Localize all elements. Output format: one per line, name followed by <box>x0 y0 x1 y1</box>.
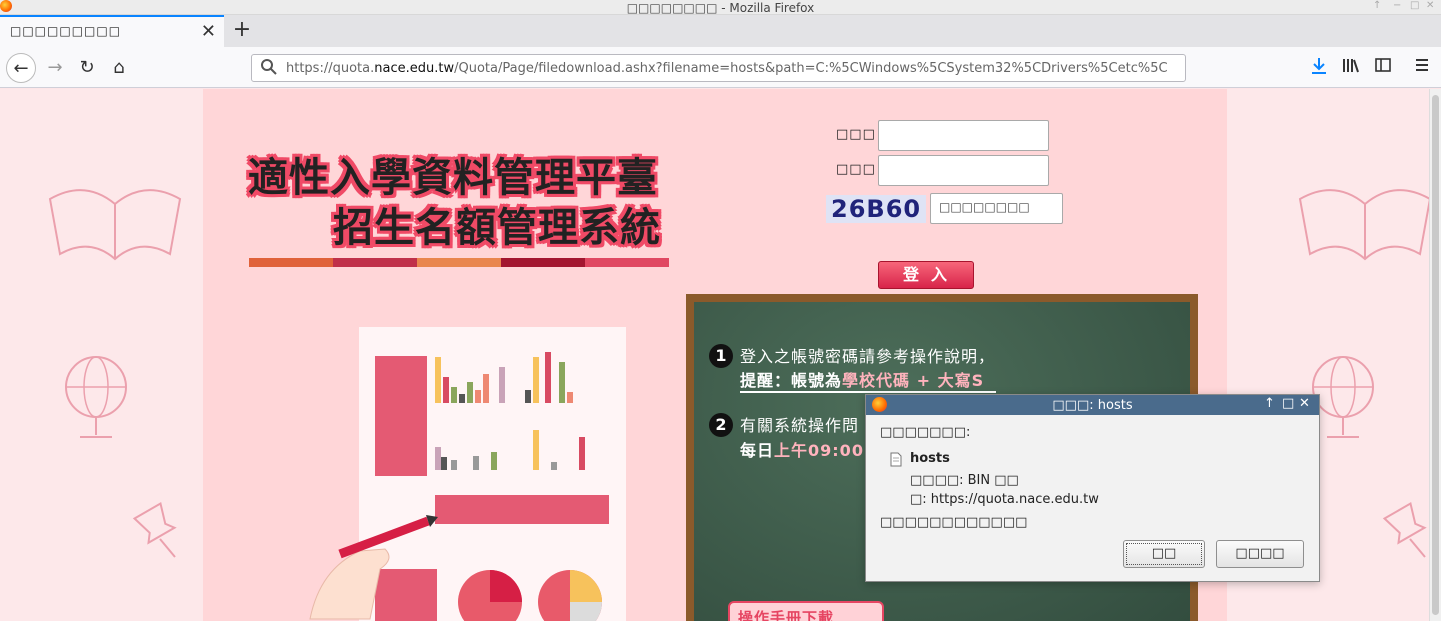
forward-button[interactable]: → <box>40 53 70 83</box>
dialog-close-icon[interactable]: ✕ <box>1299 396 1310 411</box>
manual-download-button[interactable]: 操作手冊下載 <box>728 601 884 621</box>
file-icon <box>890 452 902 467</box>
hand-pencil-icon <box>309 515 438 620</box>
window-close-icon[interactable]: ✕ <box>1426 0 1434 11</box>
tab-title: □□□□□□□□□ <box>10 24 122 38</box>
captcha-input[interactable]: □□□□□□□□ <box>930 193 1063 224</box>
dialog-cancel-button[interactable]: □□□□ <box>1216 540 1304 568</box>
illustration-block <box>435 495 609 524</box>
dialog-raise-icon[interactable]: ↑ <box>1264 396 1275 411</box>
nav-toolbar: ← → ↻ ⌂ https://quota.nace.edu.tw/Quota/… <box>0 47 1441 88</box>
url-bar[interactable]: https://quota.nace.edu.tw/Quota/Page/fil… <box>251 54 1186 82</box>
stripe-segment <box>585 258 669 267</box>
sidebar-icon[interactable] <box>1374 56 1392 74</box>
step-number-badge: 1 <box>709 344 733 368</box>
dialog-file-type: □□□□: BIN □□ <box>910 473 1019 488</box>
tab-close-icon[interactable]: ✕ <box>201 21 216 42</box>
window-restore-icon[interactable]: □ <box>1410 0 1419 11</box>
menu-icon[interactable] <box>1413 56 1431 74</box>
download-icon[interactable] <box>1310 56 1328 76</box>
dialog-ok-button[interactable]: □□ <box>1123 540 1205 568</box>
new-tab-button[interactable]: + <box>230 17 254 42</box>
password-label: □□□ <box>836 162 876 177</box>
tab-strip: □□□□□□□□□ ✕ + <box>0 15 1441 47</box>
dialog-maximize-icon[interactable]: □ <box>1282 396 1294 411</box>
search-icon <box>261 59 277 75</box>
title-stripe <box>249 258 669 267</box>
bar-chart-icon <box>435 352 585 470</box>
page-scrollbar[interactable] <box>1429 89 1441 621</box>
password-input[interactable] <box>878 155 1049 186</box>
username-label: □□□ <box>836 127 876 142</box>
dialog-filename: hosts <box>910 451 950 466</box>
board-line-3: 有關系統操作問 <box>740 416 860 435</box>
illustration-block <box>375 356 427 476</box>
pie-chart-icon <box>538 570 602 621</box>
open-book-icon <box>1298 189 1429 261</box>
stripe-segment <box>333 258 417 267</box>
board-line-4: 每日上午09:00 <box>740 441 864 460</box>
board-line-1: 登入之帳號密碼請參考操作說明， <box>740 347 996 366</box>
scrollbar-thumb[interactable] <box>1432 95 1439 615</box>
dialog-titlebar[interactable]: □□□: hosts ↑ □ ✕ <box>866 395 1319 415</box>
board-line-2: 提醒：帳號為學校代碼 + 大寫S <box>740 367 997 393</box>
download-dialog: □□□: hosts ↑ □ ✕ □□□□□□□: hosts □□□□: BI… <box>865 394 1320 582</box>
dialog-title: □□□: hosts <box>1052 398 1133 413</box>
library-icon[interactable] <box>1342 56 1360 74</box>
reload-button[interactable]: ↻ <box>72 53 102 83</box>
home-button[interactable]: ⌂ <box>104 53 134 83</box>
url-text[interactable]: https://quota.nace.edu.tw/Quota/Page/fil… <box>286 61 1168 76</box>
pushpin-icon <box>132 501 177 558</box>
login-button[interactable]: 登入 <box>878 261 974 289</box>
dialog-file-source: □: https://quota.nace.edu.tw <box>910 492 1099 507</box>
back-button[interactable]: ← <box>6 53 36 83</box>
site-title-line2: 招生名額管理系統 <box>333 205 661 251</box>
step-number-badge: 2 <box>709 413 733 437</box>
username-input[interactable] <box>878 120 1049 151</box>
stripe-segment <box>249 258 333 267</box>
captcha-image[interactable]: 26B60 <box>826 195 926 223</box>
globe-icon <box>65 356 127 438</box>
window-title: □□□□□□□□ - Mozilla Firefox <box>626 1 815 15</box>
pushpin-icon <box>1382 501 1427 558</box>
window-minimize-icon[interactable]: − <box>1393 0 1401 11</box>
stripe-segment <box>417 258 501 267</box>
stripe-segment <box>501 258 585 267</box>
open-book-icon <box>48 189 182 261</box>
tab-active[interactable]: □□□□□□□□□ ✕ <box>0 15 224 47</box>
window-titlebar: □□□□□□□□ - Mozilla Firefox ↑ − □ ✕ <box>0 0 1441 15</box>
window-maximize-up-icon[interactable]: ↑ <box>1373 0 1381 11</box>
pie-chart-icon <box>458 570 522 621</box>
dialog-intro: □□□□□□□: <box>880 425 971 440</box>
dialog-question: □□□□□□□□□□□□ <box>880 515 1028 530</box>
